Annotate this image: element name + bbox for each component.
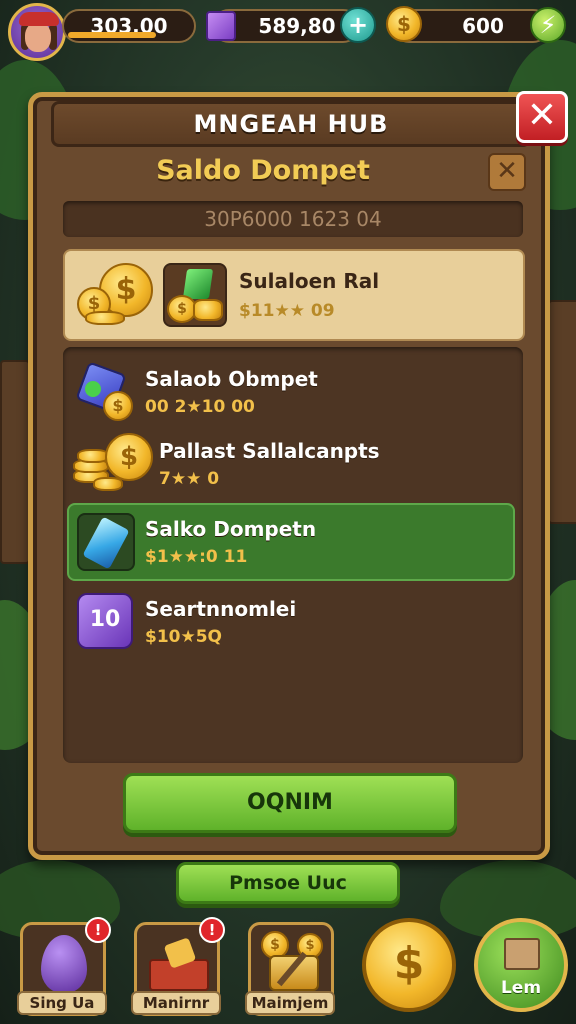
notification-badge: ! — [85, 917, 111, 943]
player-avatar[interactable] — [8, 3, 66, 61]
gold-coin-icon: $ — [386, 6, 422, 42]
blue-crystal-icon — [77, 513, 135, 571]
list-item[interactable]: $ Salaob Obmpet 00 2★10 00 — [67, 355, 517, 429]
purple-gem-icon — [206, 11, 236, 41]
close-button[interactable]: ✕ — [516, 91, 568, 143]
list-item[interactable]: $ Pallast Sallalcanpts 7★★ 0 — [67, 429, 517, 503]
section-title: Saldo Dompet — [156, 155, 370, 186]
purple-box-icon: 10 — [77, 593, 133, 649]
gems-value: 589,80 — [258, 14, 336, 38]
gold-coin-icon: $ — [393, 938, 425, 989]
wallet-info-bar: 30P6000 1623 04 — [63, 201, 523, 237]
list-item-sub: $1★★:0 11 — [145, 547, 248, 567]
close-icon: ✕ — [496, 156, 518, 186]
gem-and-coin-icon: $ — [75, 361, 137, 421]
nav-tile-tools[interactable]: $ $ Maimjem — [245, 922, 335, 1016]
nav-tile-chest[interactable]: ! Manirnr — [131, 917, 225, 1016]
coin-stack-icon: $ — [73, 433, 153, 497]
list-item-sub: 7★★ 0 — [159, 469, 220, 489]
list-item-title: Salko Dompetn — [145, 517, 317, 541]
list-item-title: Pallast Sallalcanpts — [159, 439, 380, 463]
list-item[interactable]: 10 Seartnnomlei $10★5Q — [67, 585, 517, 659]
featured-item-sub: $11★★ 09 — [239, 301, 335, 321]
gold-coin-button[interactable]: $ — [362, 918, 456, 1012]
wallet-item-list: $ Salaob Obmpet 00 2★10 00 $ Pallast Sal… — [63, 347, 523, 763]
add-gems-button[interactable]: + — [340, 7, 376, 43]
purple-egg-icon — [41, 935, 87, 993]
featured-item[interactable]: $ $ $ Sulaloen Ral $11★★ 09 — [63, 249, 525, 341]
crate-icon — [504, 938, 540, 970]
secondary-button[interactable]: Pmsoe Uuc — [176, 862, 400, 904]
featured-item-title: Sulaloen Ral — [239, 269, 380, 293]
nav-tile-eggs[interactable]: ! Sing Ua — [17, 917, 111, 1016]
secondary-button-label: Pmsoe Uuc — [229, 872, 347, 894]
nav-label: Sing Ua — [17, 991, 107, 1015]
wallet-panel: MNGEAH HUB ✕ Saldo Dompet ✕ 30P6000 1623… — [28, 91, 568, 860]
list-item-title: Salaob Obmpet — [145, 367, 318, 391]
tools-icon: $ $ — [261, 931, 325, 993]
lem-label: Lem — [500, 978, 542, 998]
gem-chest-icon: $ — [163, 263, 227, 327]
close-icon: ✕ — [526, 95, 558, 136]
xp-progress-fill — [68, 32, 156, 38]
add-gold-button[interactable]: ⚡ — [530, 7, 566, 43]
confirm-button-label: OQNIM — [247, 790, 333, 815]
nav-label: Maimjem — [245, 991, 335, 1015]
lem-button[interactable]: Lem — [474, 918, 568, 1012]
nav-label: Manirnr — [131, 991, 221, 1015]
list-item-selected[interactable]: Salko Dompetn $1★★:0 11 — [67, 503, 515, 581]
coin-pile-icon: $ $ — [77, 261, 157, 331]
section-close-button[interactable]: ✕ — [488, 153, 526, 191]
panel-header: MNGEAH HUB — [51, 101, 531, 147]
gold-value: 600 — [462, 14, 504, 38]
list-item-sub: 00 2★10 00 — [145, 397, 255, 417]
confirm-button[interactable]: OQNIM — [123, 773, 457, 833]
list-item-title: Seartnnomlei — [145, 597, 297, 621]
notification-badge: ! — [199, 917, 225, 943]
top-resource-bar: 303.00 589,80 + 600 $ ⚡ — [0, 0, 576, 61]
xp-bar: 303.00 — [62, 9, 196, 43]
list-item-sub: $10★5Q — [145, 627, 223, 647]
treasure-chest-icon — [149, 937, 209, 991]
